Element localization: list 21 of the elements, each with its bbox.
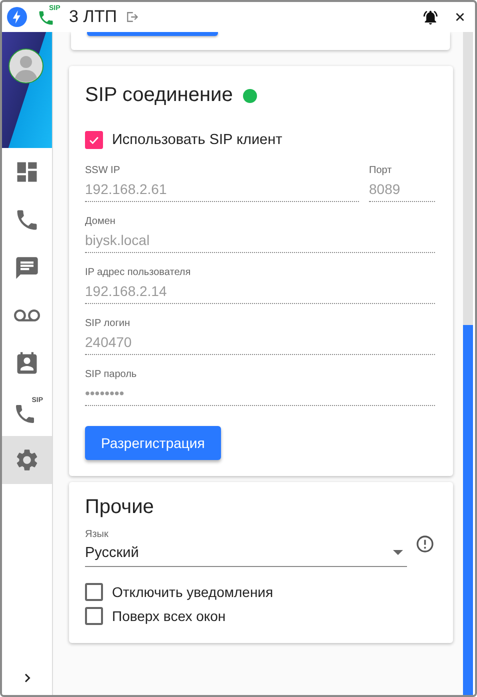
section-title: SIP соединение — [85, 84, 233, 107]
exit-icon[interactable] — [124, 10, 139, 24]
scrollbar[interactable] — [463, 32, 473, 695]
checkbox[interactable] — [85, 583, 103, 601]
caret-icon — [393, 550, 403, 556]
checkbox-label: Поверх всех окон — [112, 608, 226, 624]
language-select[interactable]: Язык Русский — [85, 529, 407, 567]
checkbox[interactable] — [85, 607, 103, 625]
nav-item[interactable] — [2, 436, 52, 484]
bell-icon[interactable] — [422, 8, 439, 26]
chat-icon — [14, 255, 40, 281]
alert-icon[interactable] — [415, 534, 435, 554]
window-title: 3 ЛТП — [69, 7, 117, 27]
checkbox-label: Использовать SIP клиент — [112, 132, 282, 148]
section-title: Прочие — [85, 496, 155, 519]
settings-icon — [14, 447, 40, 473]
avatar-icon[interactable] — [8, 48, 44, 84]
unregister-button[interactable]: Разрегистрация — [85, 426, 221, 460]
checkbox[interactable] — [85, 131, 103, 149]
lightning-icon[interactable] — [7, 7, 27, 27]
checkbox-label: Отключить уведомления — [112, 584, 274, 600]
